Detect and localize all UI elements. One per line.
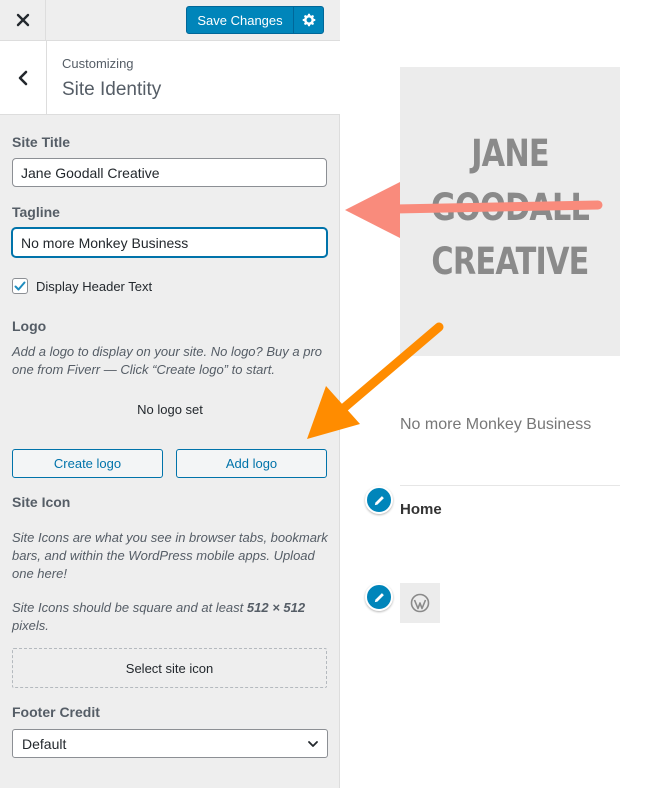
preview-divider — [400, 485, 620, 486]
size-note-text-a: Site Icons should be square and at least — [12, 600, 247, 615]
header-title-block[interactable]: JANE GOODALL CREATIVE — [400, 67, 620, 356]
pencil-icon — [374, 592, 384, 602]
close-icon — [16, 13, 29, 27]
create-logo-button[interactable]: Create logo — [12, 449, 163, 478]
size-note-text-c: pixels. — [12, 618, 49, 633]
preview-menu-home[interactable]: Home — [400, 501, 442, 518]
size-note-dimensions: 512 × 512 — [246, 600, 306, 615]
select-site-icon-button[interactable]: Select site icon — [12, 648, 327, 688]
footer-credit-value: Default — [22, 735, 67, 752]
checkmark-icon — [14, 281, 26, 291]
site-icon-description: Site Icons are what you see in browser t… — [12, 530, 328, 581]
section-title: Site Identity — [62, 79, 162, 100]
display-header-row: Display Header Text — [12, 278, 152, 294]
preview-site-title: JANE GOODALL CREATIVE — [420, 127, 600, 289]
footer-credit-label: Footer Credit — [12, 704, 100, 720]
site-icon-label: Site Icon — [12, 494, 71, 510]
site-title-input[interactable] — [12, 158, 327, 187]
section-header: Customizing Site Identity — [0, 41, 340, 115]
tagline-label: Tagline — [12, 204, 60, 220]
customizer-topbar: Save Changes — [0, 0, 340, 41]
title-line-1: JANE — [471, 132, 549, 175]
logo-description: Add a logo to display on your site. No l… — [12, 344, 323, 377]
preview-site-icon[interactable] — [400, 583, 440, 623]
chevron-left-icon — [18, 70, 28, 85]
edit-widget-shortcut[interactable] — [365, 583, 393, 611]
wordpress-icon — [410, 593, 430, 613]
gear-icon — [302, 13, 315, 27]
site-icon-size-note: Site Icons should be square and at least… — [12, 599, 328, 635]
preview-tagline: No more Monkey Business — [400, 416, 592, 433]
save-changes-button[interactable]: Save Changes — [186, 6, 294, 34]
add-logo-button[interactable]: Add logo — [176, 449, 327, 478]
save-button-group: Save Changes — [186, 6, 324, 34]
display-header-label: Display Header Text — [36, 278, 153, 294]
tagline-input[interactable] — [12, 228, 327, 257]
title-line-3: CREATIVE — [431, 240, 589, 283]
logo-label: Logo — [12, 318, 47, 334]
title-line-2: GOODALL — [430, 186, 590, 229]
breadcrumb: Customizing — [62, 56, 134, 71]
footer-credit-select[interactable]: Default — [12, 729, 328, 758]
display-header-checkbox[interactable] — [12, 278, 28, 294]
no-logo-text: No logo set — [137, 402, 203, 417]
back-button[interactable] — [0, 41, 47, 114]
close-button[interactable] — [0, 0, 46, 40]
customizer-sidebar: Save Changes Customizing Site Identity S… — [0, 0, 340, 788]
site-title-label: Site Title — [12, 134, 71, 150]
publish-settings-button[interactable] — [293, 6, 324, 34]
chevron-down-icon — [308, 741, 318, 747]
edit-menu-shortcut[interactable] — [365, 486, 393, 514]
pencil-icon — [374, 495, 384, 505]
